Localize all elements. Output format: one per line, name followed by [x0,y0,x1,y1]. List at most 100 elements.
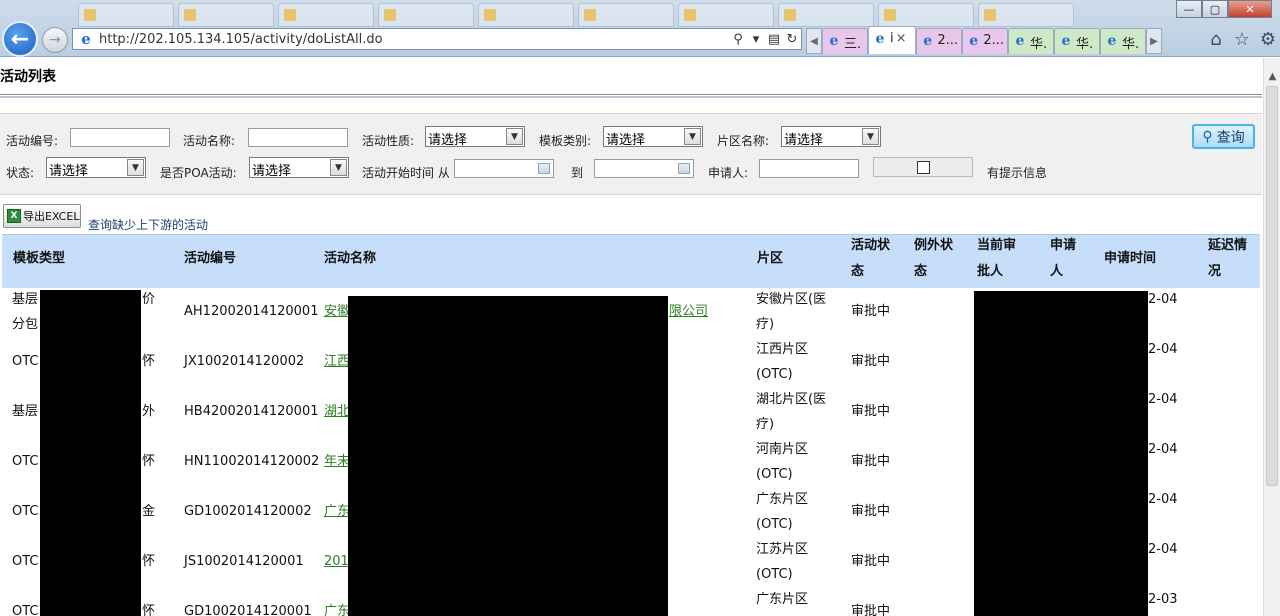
gear-icon[interactable]: ⚙ [1258,29,1278,50]
header-delay-cont: 况 [1208,264,1222,279]
activity-name-input[interactable] [248,128,348,147]
forward-button[interactable]: → [42,27,68,53]
compat-view-icon[interactable]: ▤ [765,32,783,47]
tab-3[interactable]: e 2... [916,28,962,54]
activity-nature-select[interactable]: 请选择 ▼ [425,126,525,148]
background-tab[interactable] [78,3,174,27]
status-select[interactable]: 请选择 ▼ [46,157,146,179]
tip-checkbox[interactable] [917,161,930,174]
address-url[interactable]: http://202.105.134.105/activity/doListAl… [99,32,729,47]
header-activity-name: 活动名称 [324,251,377,266]
chevron-down-icon: ▼ [330,159,347,176]
background-tab[interactable] [378,3,474,27]
background-tab[interactable] [878,3,974,27]
missing-upstream-downstream-link[interactable]: 查询缺少上下游的活动 [88,216,208,233]
background-tab[interactable] [778,3,874,27]
filter-panel: 活动编号: 活动名称: 活动性质: 请选择 ▼ 模板类别: 请选择 ▼ 片区名称… [0,113,1262,195]
header-delay: 延迟情 [1208,238,1248,253]
tab-4[interactable]: e 2... [962,28,1008,54]
start-date-from-input[interactable] [454,159,554,178]
chevron-down-icon: ▼ [862,128,879,145]
tab-7[interactable]: e 华. [1100,28,1146,54]
tab-1[interactable]: e 三. [822,28,868,54]
activity-name-link[interactable]: 江西 [324,349,350,374]
window-controls: — ▢ ✕ [1176,0,1272,18]
tab-scroll-right[interactable]: ▶ [1146,28,1162,54]
ie-icon: e [923,33,933,49]
query-button[interactable]: ⚲ 查询 [1192,124,1255,149]
header-activity-code: 活动编号 [184,251,237,266]
ie-icon: e [1107,33,1117,49]
search-icon: ⚲ [1202,128,1213,145]
excel-icon: X [7,209,21,223]
header-approver: 当前审 [977,238,1017,253]
header-status-cont: 态 [851,264,865,279]
poa-select[interactable]: 请选择 ▼ [249,157,349,179]
to-label: 到 [571,166,584,180]
activity-name-label: 活动名称: [183,134,236,148]
chevron-down-icon: ▼ [506,128,523,145]
activity-name-link-tail[interactable]: 限公司 [669,299,708,324]
ie-icon: e [1015,33,1025,49]
background-tab[interactable] [278,3,374,27]
export-excel-button[interactable]: X 导出EXCEL [3,204,81,228]
back-button[interactable]: ← [2,21,38,57]
status-label: 状态: [6,166,35,180]
header-template-type: 模板类型 [13,251,66,266]
scroll-thumb[interactable] [1266,86,1278,486]
applicant-input[interactable] [759,159,859,178]
ie-page-icon: e [81,30,91,48]
region-name-label: 片区名称: [717,134,770,148]
header-exception: 例外状 [914,238,954,253]
tip-checkbox-box [873,157,973,177]
tab-active[interactable]: e i × [868,26,916,54]
redacted-region [348,296,668,616]
page-content: 活动列表 活动编号: 活动名称: 活动性质: 请选择 ▼ 模板类别: 请选择 ▼… [0,58,1262,616]
header-status: 活动状 [851,238,891,253]
calendar-icon[interactable] [678,163,690,174]
template-type-select[interactable]: 请选择 ▼ [603,126,703,148]
activity-name-link[interactable]: 湖北 [324,399,350,424]
region-name-select[interactable]: 请选择 ▼ [781,126,881,148]
page-title: 活动列表 [0,69,56,85]
tab-5[interactable]: e 华. [1008,28,1054,54]
refresh-icon[interactable]: ↻ [783,32,801,47]
applicant-label: 申请人: [708,166,749,180]
tab-scroll-left[interactable]: ◀ [806,28,822,54]
ie-icon: e [969,33,979,49]
activity-name-link[interactable]: 广东 [324,499,350,524]
activity-name-link[interactable]: 安徽 [324,299,350,324]
background-tab[interactable] [478,3,574,27]
arrow-left-icon: ← [10,26,30,52]
ie-icon: e [875,31,885,47]
calendar-icon[interactable] [538,163,550,174]
close-window-button[interactable]: ✕ [1228,0,1272,18]
background-tab[interactable] [978,3,1074,27]
maximize-button[interactable]: ▢ [1202,0,1228,18]
start-date-to-input[interactable] [594,159,694,178]
star-icon[interactable]: ☆ [1232,29,1252,50]
background-tab[interactable] [678,3,774,27]
activity-code-input[interactable] [70,128,170,147]
home-icon[interactable]: ⌂ [1206,29,1226,50]
tip-label: 有提示信息 [987,166,1048,180]
header-approver-cont: 批人 [977,264,1004,279]
address-bar[interactable]: e http://202.105.134.105/activity/doList… [72,28,802,50]
activity-name-link[interactable]: 广东 [324,599,350,616]
background-tab[interactable] [178,3,274,27]
search-icon[interactable]: ⚲ [729,32,747,47]
scroll-up-arrow-icon[interactable]: ▲ [1264,68,1280,85]
background-tab[interactable] [578,3,674,27]
browser-chrome: — ▢ ✕ ← → e http://202.105.134.105/activ… [0,0,1280,57]
redacted-region [40,290,141,616]
close-tab-icon[interactable]: × [896,31,907,46]
browser-toolbar-icons: ⌂ ☆ ⚙ [1206,29,1278,50]
vertical-scrollbar[interactable]: ▲ [1263,58,1280,616]
tab-6[interactable]: e 华. [1054,28,1100,54]
activity-nature-label: 活动性质: [362,134,415,148]
activity-name-link[interactable]: 年末 [324,449,350,474]
template-type-label: 模板类别: [539,134,592,148]
minimize-button[interactable]: — [1176,0,1202,18]
dropdown-arrow-icon[interactable]: ▾ [747,32,765,47]
ie-icon: e [1061,33,1071,49]
